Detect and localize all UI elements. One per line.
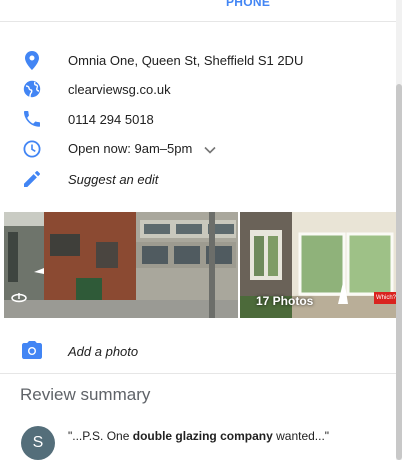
reviewer-avatar: S <box>21 426 55 460</box>
clock-icon <box>22 139 42 159</box>
review-summary-heading: Review summary <box>20 385 151 404</box>
section-divider <box>0 373 396 374</box>
phone-tab[interactable]: PHONE <box>226 0 270 9</box>
street-view-photo[interactable] <box>4 212 238 318</box>
opening-hours: Open now: 9am–5pm <box>68 140 193 156</box>
suggest-edit-row[interactable]: Suggest an edit <box>0 165 396 193</box>
photo-strip: 17 Photos Which? <box>4 212 396 318</box>
review-snippet-highlight: double glazing company <box>132 429 273 443</box>
scrollbar-thumb[interactable] <box>396 84 402 460</box>
phone-row[interactable]: 0114 294 5018 <box>0 105 396 133</box>
address-text: Omnia One, Queen St, Sheffield S1 2DU <box>68 52 304 68</box>
review-item[interactable]: S "...P.S. One double glazing company wa… <box>0 423 396 460</box>
location-pin-icon <box>22 50 42 70</box>
website-row[interactable]: clearviewsg.co.uk <box>0 75 396 103</box>
scrollbar-track[interactable] <box>396 0 402 460</box>
add-photo-link[interactable]: Add a photo <box>68 344 138 359</box>
chevron-down-icon[interactable] <box>204 142 216 157</box>
suggest-edit-link[interactable]: Suggest an edit <box>68 172 158 187</box>
address-row[interactable]: Omnia One, Queen St, Sheffield S1 2DU <box>0 46 396 74</box>
which-badge: Which? <box>374 292 396 304</box>
top-bar: PHONE <box>0 0 396 22</box>
website-link[interactable]: clearviewsg.co.uk <box>68 82 171 97</box>
globe-icon <box>22 79 42 99</box>
review-snippet: "...P.S. One double glazing company want… <box>68 429 329 443</box>
add-photo-row[interactable]: Add a photo <box>0 337 396 365</box>
phone-number[interactable]: 0114 294 5018 <box>68 112 154 127</box>
street-view-360-icon <box>10 291 28 310</box>
hours-text: Open now: 9am–5pm <box>68 141 216 157</box>
review-snippet-prefix: "...P.S. One <box>68 429 133 443</box>
phone-icon <box>22 109 42 129</box>
camera-icon <box>22 341 42 364</box>
review-snippet-suffix: wanted..." <box>272 429 330 443</box>
pencil-icon <box>22 169 42 189</box>
interior-photo[interactable]: 17 Photos Which? <box>240 212 396 318</box>
photo-count-label: 17 Photos <box>256 294 314 308</box>
hours-row[interactable]: Open now: 9am–5pm <box>0 135 396 163</box>
